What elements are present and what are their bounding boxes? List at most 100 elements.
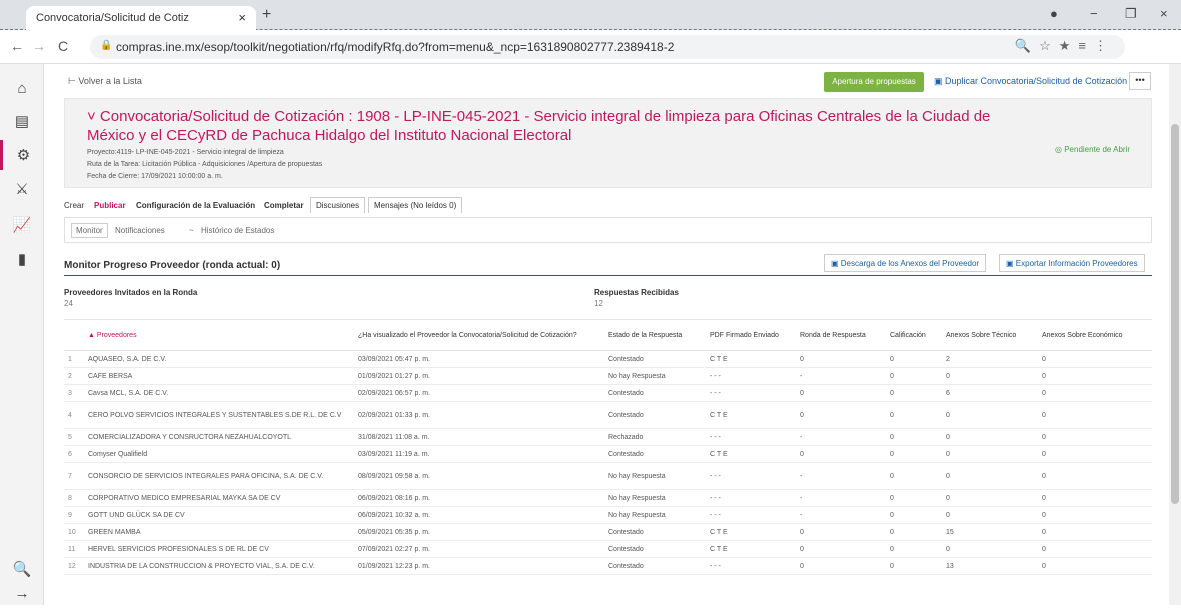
table-cell: 5 bbox=[64, 428, 84, 446]
table-cell[interactable]: HERVEL SERVICIOS PROFESIONALES S DE RL D… bbox=[84, 540, 354, 558]
export-info-button[interactable]: ▣ Exportar Información Proveedores bbox=[999, 254, 1145, 272]
table-row[interactable]: 5 COMERCIALIZADORA Y CONSRUCTORA NEZAHUAL… bbox=[64, 428, 1152, 446]
table-row[interactable]: 11 HERVEL SERVICIOS PROFESIONALES S DE RL… bbox=[64, 540, 1152, 558]
analytics-icon[interactable]: 📈 bbox=[0, 210, 44, 240]
table-cell: - - - bbox=[706, 367, 796, 385]
open-proposals-button[interactable]: Apertura de propuestas bbox=[824, 72, 924, 92]
table-row[interactable]: 9 GOTT UND GLÜCK SA DE CV 06/09/2021 10:32… bbox=[64, 506, 1152, 524]
table-row[interactable]: 8 CORPORATIVO MEDICO EMPRESARIAL MAYKA SA… bbox=[64, 489, 1152, 507]
table-cell: 7 bbox=[64, 462, 84, 490]
tab-discusiones[interactable]: Discusiones bbox=[310, 197, 366, 213]
close-window-icon[interactable]: × bbox=[1160, 6, 1168, 21]
page-title[interactable]: ˅ Convocatoria/Solicitud de Cotización :… bbox=[87, 107, 1017, 145]
tab-publicar[interactable]: Publicar bbox=[94, 201, 126, 210]
duplicate-rfq-link[interactable]: ▣ Duplicar Convocatoria/Solicitud de Cot… bbox=[934, 76, 1127, 87]
table-cell: C T E bbox=[706, 401, 796, 429]
home-icon[interactable]: ⌂ bbox=[0, 74, 44, 104]
tab-configuracion[interactable]: Configuración de la Evaluación bbox=[136, 201, 255, 210]
maximize-icon[interactable]: ❐ bbox=[1125, 6, 1137, 22]
table-row[interactable]: 2 CAFE BERSA 01/09/2021 01:27 p. m. No hay … bbox=[64, 367, 1152, 385]
rfq-header: ˅ Convocatoria/Solicitud de Cotización :… bbox=[64, 98, 1152, 188]
new-tab-button[interactable]: + bbox=[262, 6, 271, 24]
table-cell: 06/09/2021 10:32 a. m. bbox=[354, 506, 604, 524]
table-cell[interactable]: Cavsa MCL, S.A. DE C.V. bbox=[84, 384, 354, 402]
table-cell: 2 bbox=[942, 350, 1038, 368]
table-cell: 0 bbox=[942, 489, 1038, 507]
table-cell: 01/09/2021 12:23 p. m. bbox=[354, 557, 604, 575]
documents-icon[interactable]: ▮ bbox=[0, 244, 44, 274]
table-cell: 0 bbox=[942, 445, 1038, 463]
status-badge: ◎ Pendiente de Abrir bbox=[1055, 145, 1131, 154]
col-pdf-signed: PDF Firmado Enviado bbox=[706, 319, 796, 351]
suppliers-table: ▲ Proveedores ¿Ha visualizado el Proveed… bbox=[64, 319, 1152, 575]
table-cell[interactable]: GOTT UND GLÜCK SA DE CV bbox=[84, 506, 354, 524]
col-response-state: Estado de la Respuesta bbox=[604, 319, 706, 351]
reload-icon[interactable]: C bbox=[58, 38, 68, 54]
browser-tab[interactable]: Convocatoria/Solicitud de Cotiz × bbox=[26, 6, 256, 30]
table-row[interactable]: 12 INDUSTRIA DE LA CONSTRUCCION & PROYECT… bbox=[64, 557, 1152, 575]
table-cell: 0 bbox=[1038, 540, 1152, 558]
table-row[interactable]: 4 CERO POLVO SERVICIOS INTEGRALES Y SUSTE… bbox=[64, 401, 1152, 429]
table-cell: 0 bbox=[1038, 350, 1152, 368]
url-bar[interactable]: 🔒 compras.ine.mx/esop/toolkit/negotiatio… bbox=[90, 35, 1125, 59]
table-cell: 1 bbox=[64, 350, 84, 368]
more-actions-button[interactable]: ••• bbox=[1129, 72, 1151, 90]
table-cell: 01/09/2021 01:27 p. m. bbox=[354, 367, 604, 385]
suppliers-table-body: 1 AQUASEO, S.A. DE C.V. 03/09/2021 05:47 p… bbox=[64, 350, 1152, 575]
sourcing-icon[interactable]: ⚙ bbox=[0, 140, 44, 170]
table-cell: 0 bbox=[886, 557, 942, 575]
back-to-list-link[interactable]: ⊢ Volver a la Lista bbox=[68, 76, 142, 87]
tab-mensajes[interactable]: Mensajes (No leídos 0) bbox=[368, 197, 463, 213]
monitor-section-title: Monitor Progreso Proveedor (ronda actual… bbox=[64, 260, 281, 271]
table-cell[interactable]: INDUSTRIA DE LA CONSTRUCCION & PROYECTO … bbox=[84, 557, 354, 575]
scrollbar-thumb[interactable] bbox=[1171, 124, 1179, 504]
subtab-notificaciones[interactable]: Notificaciones bbox=[115, 226, 165, 235]
col-economic-annex: Anexos Sobre Económico bbox=[1038, 319, 1152, 351]
col-suppliers[interactable]: ▲ Proveedores bbox=[84, 319, 354, 351]
table-cell[interactable]: CERO POLVO SERVICIOS INTEGRALES Y SUSTEN… bbox=[84, 401, 354, 429]
suppliers-icon[interactable]: ⚔ bbox=[0, 174, 44, 204]
download-annex-button[interactable]: ▣ Descarga de los Anexos del Proveedor bbox=[824, 254, 987, 272]
tab-crear[interactable]: Crear bbox=[64, 201, 84, 210]
table-row[interactable]: 7 CONSORCIO DE SERVICIOS INTEGRALES PARA … bbox=[64, 462, 1152, 490]
tab-completar[interactable]: Completar bbox=[264, 201, 304, 210]
table-cell[interactable]: AQUASEO, S.A. DE C.V. bbox=[84, 350, 354, 368]
profile-icon[interactable]: ● bbox=[1050, 6, 1058, 21]
table-header-row: ▲ Proveedores ¿Ha visualizado el Proveed… bbox=[64, 319, 1152, 351]
left-nav-rail: ⌂ ▤ ⚙ ⚔ 📈 ▮ 🔍 → bbox=[0, 64, 44, 605]
table-cell[interactable]: Comyser Qualifield bbox=[84, 445, 354, 463]
project-info: Proyecto:4119- LP-INE-045-2021 - Servici… bbox=[87, 149, 284, 156]
table-row[interactable]: 6 Comyser Qualifield 03/09/2021 11:19 a. m… bbox=[64, 445, 1152, 463]
table-row[interactable]: 1 AQUASEO, S.A. DE C.V. 03/09/2021 05:47 p… bbox=[64, 350, 1152, 368]
table-cell: No hay Respuesta bbox=[604, 367, 706, 385]
tab-close-icon[interactable]: × bbox=[238, 10, 246, 25]
table-cell: 4 bbox=[64, 401, 84, 429]
page-scrollbar[interactable] bbox=[1169, 64, 1181, 605]
back-arrow-icon[interactable]: ← bbox=[10, 38, 24, 54]
table-row[interactable]: 3 Cavsa MCL, S.A. DE C.V. 02/09/2021 06:57… bbox=[64, 384, 1152, 402]
table-cell[interactable]: CORPORATIVO MEDICO EMPRESARIAL MAYKA SA … bbox=[84, 489, 354, 507]
table-cell: 0 bbox=[942, 367, 1038, 385]
table-cell: Contestado bbox=[604, 540, 706, 558]
table-cell[interactable]: COMERCIALIZADORA Y CONSRUCTORA NEZAHUALC… bbox=[84, 428, 354, 446]
table-cell: 03/09/2021 05:47 p. m. bbox=[354, 350, 604, 368]
section-divider bbox=[64, 275, 1152, 276]
subtab-historico[interactable]: Histórico de Estados bbox=[201, 226, 274, 235]
subtab-monitor[interactable]: Monitor bbox=[71, 223, 108, 238]
table-cell[interactable]: CONSORCIO DE SERVICIOS INTEGRALES PARA O… bbox=[84, 462, 354, 490]
minimize-icon[interactable]: − bbox=[1090, 6, 1098, 21]
table-row[interactable]: 10 GREEN MAMBA 05/09/2021 05:35 p. m. Conte… bbox=[64, 523, 1152, 541]
table-cell: 11 bbox=[64, 540, 84, 558]
forward-arrow-icon[interactable]: → bbox=[32, 38, 46, 54]
table-cell: 0 bbox=[796, 401, 886, 429]
browser-tab-bar: Convocatoria/Solicitud de Cotiz × + ● − … bbox=[0, 0, 1181, 30]
table-cell[interactable]: CAFE BERSA bbox=[84, 367, 354, 385]
dashboard-icon[interactable]: ▤ bbox=[0, 106, 44, 136]
table-cell: 0 bbox=[1038, 445, 1152, 463]
omnibox-icons[interactable]: 🔍☆★≡⋮ bbox=[1015, 38, 1115, 54]
table-cell: 0 bbox=[1038, 557, 1152, 575]
table-cell: 0 bbox=[886, 523, 942, 541]
table-cell[interactable]: GREEN MAMBA bbox=[84, 523, 354, 541]
lock-icon: 🔒 bbox=[100, 40, 113, 51]
table-cell: - - - bbox=[706, 428, 796, 446]
